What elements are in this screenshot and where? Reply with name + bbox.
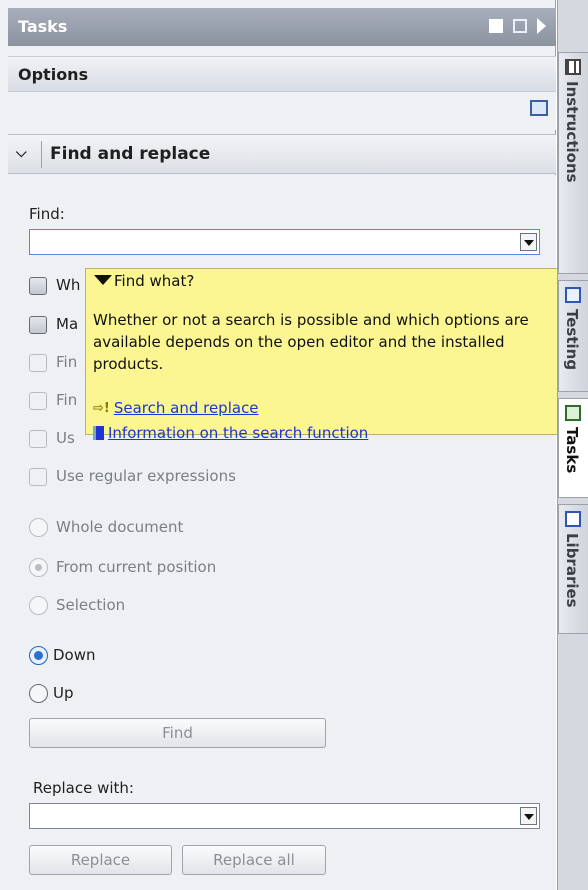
find-input[interactable] bbox=[29, 229, 540, 255]
libraries-icon bbox=[565, 511, 581, 527]
replace-button[interactable]: Replace bbox=[29, 845, 172, 875]
checkbox-substructures-label: Fin bbox=[56, 353, 78, 371]
radio-selection[interactable] bbox=[29, 596, 48, 615]
panel-title: Tasks bbox=[18, 17, 68, 36]
panel-titlebar: Tasks bbox=[8, 8, 556, 46]
find-what-tooltip: Find what? Whether or not a search is po… bbox=[85, 268, 560, 442]
options-row bbox=[8, 92, 556, 130]
checkbox-whole-words[interactable] bbox=[29, 277, 47, 295]
checkbox-regex-label: Use regular expressions bbox=[56, 467, 236, 485]
checkbox-regex[interactable] bbox=[29, 468, 47, 486]
tooltip-link-search-info[interactable]: Information on the search function bbox=[93, 424, 368, 442]
tab-instructions[interactable]: Instructions bbox=[558, 52, 588, 274]
chevron-down-icon[interactable]: ⌵ bbox=[16, 145, 27, 161]
find-replace-header[interactable]: ⌵ Find and replace bbox=[8, 134, 556, 174]
replace-all-button[interactable]: Replace all bbox=[182, 845, 326, 875]
split-view-icon[interactable] bbox=[513, 19, 527, 33]
tooltip-description: Whether or not a search is possible and … bbox=[93, 311, 529, 373]
checkbox-match-case-label: Ma bbox=[56, 315, 79, 333]
find-replace-title: Find and replace bbox=[50, 144, 211, 164]
checkbox-wildcards-label: Us bbox=[56, 429, 75, 447]
book-icon bbox=[93, 426, 104, 440]
replace-dropdown-button[interactable] bbox=[520, 807, 537, 825]
tab-libraries[interactable]: Libraries bbox=[558, 504, 588, 634]
tasks-panel: Tasks Options ⌵ Find and replace Find: W… bbox=[0, 0, 560, 890]
radio-down[interactable] bbox=[29, 646, 48, 665]
link-arrow-icon: ⇨! bbox=[93, 400, 110, 416]
tab-instructions-label: Instructions bbox=[563, 81, 581, 183]
search-replace-link[interactable]: Search and replace bbox=[114, 399, 259, 417]
radio-from-current-position[interactable] bbox=[29, 558, 48, 577]
restore-icon[interactable] bbox=[489, 19, 503, 33]
radio-selection-label: Selection bbox=[56, 596, 126, 614]
tab-testing-label: Testing bbox=[563, 309, 581, 371]
tasks-icon bbox=[565, 405, 581, 421]
checkbox-substructures[interactable] bbox=[29, 354, 47, 372]
testing-icon bbox=[565, 287, 581, 303]
tooltip-expand-icon[interactable] bbox=[94, 275, 112, 285]
tab-tasks[interactable]: Tasks bbox=[558, 398, 588, 498]
tooltip-title: Find what? bbox=[114, 272, 195, 290]
checkbox-hidden-texts-label: Fin bbox=[56, 391, 78, 409]
replace-input[interactable] bbox=[29, 803, 540, 829]
find-button[interactable]: Find bbox=[29, 718, 326, 748]
layout-icon[interactable] bbox=[530, 100, 548, 116]
checkbox-match-case[interactable] bbox=[29, 316, 47, 334]
options-label: Options bbox=[18, 65, 89, 84]
tab-tasks-label: Tasks bbox=[563, 427, 581, 474]
radio-down-label: Down bbox=[53, 646, 96, 664]
header-divider bbox=[41, 141, 42, 168]
collapse-arrow-icon[interactable] bbox=[537, 18, 546, 34]
checkbox-whole-words-label: Wh bbox=[56, 276, 81, 294]
radio-from-current-position-label: From current position bbox=[56, 558, 217, 576]
options-header[interactable]: Options bbox=[8, 56, 556, 92]
checkbox-hidden-texts[interactable] bbox=[29, 392, 47, 410]
radio-up-label: Up bbox=[53, 684, 74, 702]
side-tab-strip: Instructions Testing Tasks Libraries bbox=[557, 0, 588, 890]
grid-icon bbox=[565, 59, 581, 75]
tab-testing[interactable]: Testing bbox=[558, 280, 588, 392]
find-dropdown-button[interactable] bbox=[520, 233, 537, 251]
replace-label: Replace with: bbox=[33, 779, 134, 797]
radio-whole-document[interactable] bbox=[29, 518, 48, 537]
checkbox-wildcards[interactable] bbox=[29, 430, 47, 448]
tooltip-link-search-replace[interactable]: ⇨! Search and replace bbox=[93, 399, 259, 417]
find-label: Find: bbox=[29, 205, 65, 223]
radio-whole-document-label: Whole document bbox=[56, 518, 184, 536]
radio-up[interactable] bbox=[29, 684, 48, 703]
search-info-link[interactable]: Information on the search function bbox=[108, 424, 368, 442]
tab-libraries-label: Libraries bbox=[563, 533, 581, 608]
titlebar-controls bbox=[489, 18, 546, 34]
